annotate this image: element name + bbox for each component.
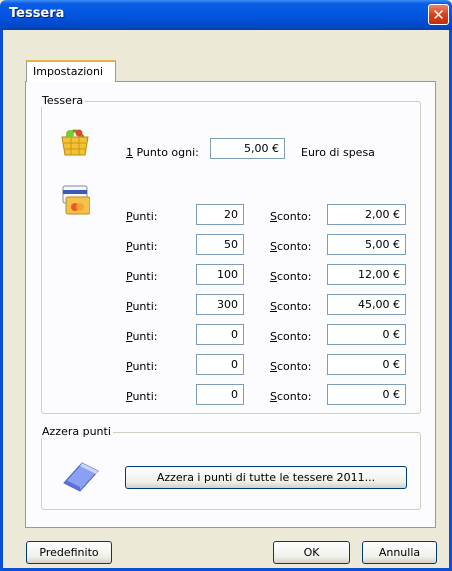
sconto-field[interactable]: 0 € [327, 384, 406, 405]
basket-icon [61, 129, 89, 156]
sconto-field[interactable]: 0 € [327, 324, 406, 345]
sconto-label: Sconto: [270, 210, 312, 223]
azzera-group: Azzera punti Azzera i punti di tutte le … [40, 425, 421, 510]
punti-field[interactable]: 0 [196, 354, 244, 375]
sconto-label: Sconto: [270, 270, 312, 283]
punti-label: Punti: [126, 300, 158, 313]
sconto-field[interactable]: 5,00 € [327, 234, 406, 255]
close-button[interactable]: ✕ [428, 4, 449, 25]
predefinito-button[interactable]: Predefinito [26, 541, 112, 564]
sconto-field[interactable]: 45,00 € [327, 294, 406, 315]
euro-di-spesa-label: Euro di spesa [301, 146, 375, 159]
punti-field[interactable]: 300 [196, 294, 244, 315]
tab-label: Impostazioni [33, 65, 104, 78]
title-bar[interactable]: Tessera ✕ [0, 0, 452, 30]
tessera-legend: Tessera [40, 94, 86, 107]
punto-ogni-field[interactable]: 5,00 € [210, 138, 285, 159]
azzera-legend: Azzera punti [40, 425, 113, 438]
card-icon [62, 185, 90, 215]
punti-field[interactable]: 0 [196, 324, 244, 345]
sconto-field[interactable]: 12,00 € [327, 264, 406, 285]
tab-impostazioni[interactable]: Impostazioni [26, 60, 116, 82]
punti-field[interactable]: 0 [196, 384, 244, 405]
tessera-group: Tessera 1 Punto ogni: 5,00 € Euro di spe… [40, 94, 421, 414]
punto-ogni-label: 1 Punto ogni: [126, 146, 199, 159]
punti-label: Punti: [126, 240, 158, 253]
sconto-label: Sconto: [270, 360, 312, 373]
punti-field[interactable]: 20 [196, 204, 244, 225]
sconto-label: Sconto: [270, 240, 312, 253]
sconto-label: Sconto: [270, 330, 312, 343]
punti-label: Punti: [126, 330, 158, 343]
sconto-field[interactable]: 0 € [327, 354, 406, 375]
window-frame-left [0, 30, 3, 571]
punti-label: Punti: [126, 210, 158, 223]
azzera-punti-button[interactable]: Azzera i punti di tutte le tessere 2011.… [125, 466, 407, 489]
sconto-field[interactable]: 2,00 € [327, 204, 406, 225]
sconto-label: Sconto: [270, 390, 312, 403]
close-icon: ✕ [432, 6, 445, 24]
eraser-icon [63, 462, 99, 492]
ok-button[interactable]: OK [273, 541, 350, 564]
punti-label: Punti: [126, 270, 158, 283]
punti-field[interactable]: 50 [196, 234, 244, 255]
punti-field[interactable]: 100 [196, 264, 244, 285]
annulla-button[interactable]: Annulla [362, 541, 437, 564]
tab-panel: Tessera 1 Punto ogni: 5,00 € Euro di spe… [25, 81, 436, 528]
window-title: Tessera [9, 6, 65, 21]
punti-label: Punti: [126, 360, 158, 373]
punti-label: Punti: [126, 390, 158, 403]
sconto-label: Sconto: [270, 300, 312, 313]
